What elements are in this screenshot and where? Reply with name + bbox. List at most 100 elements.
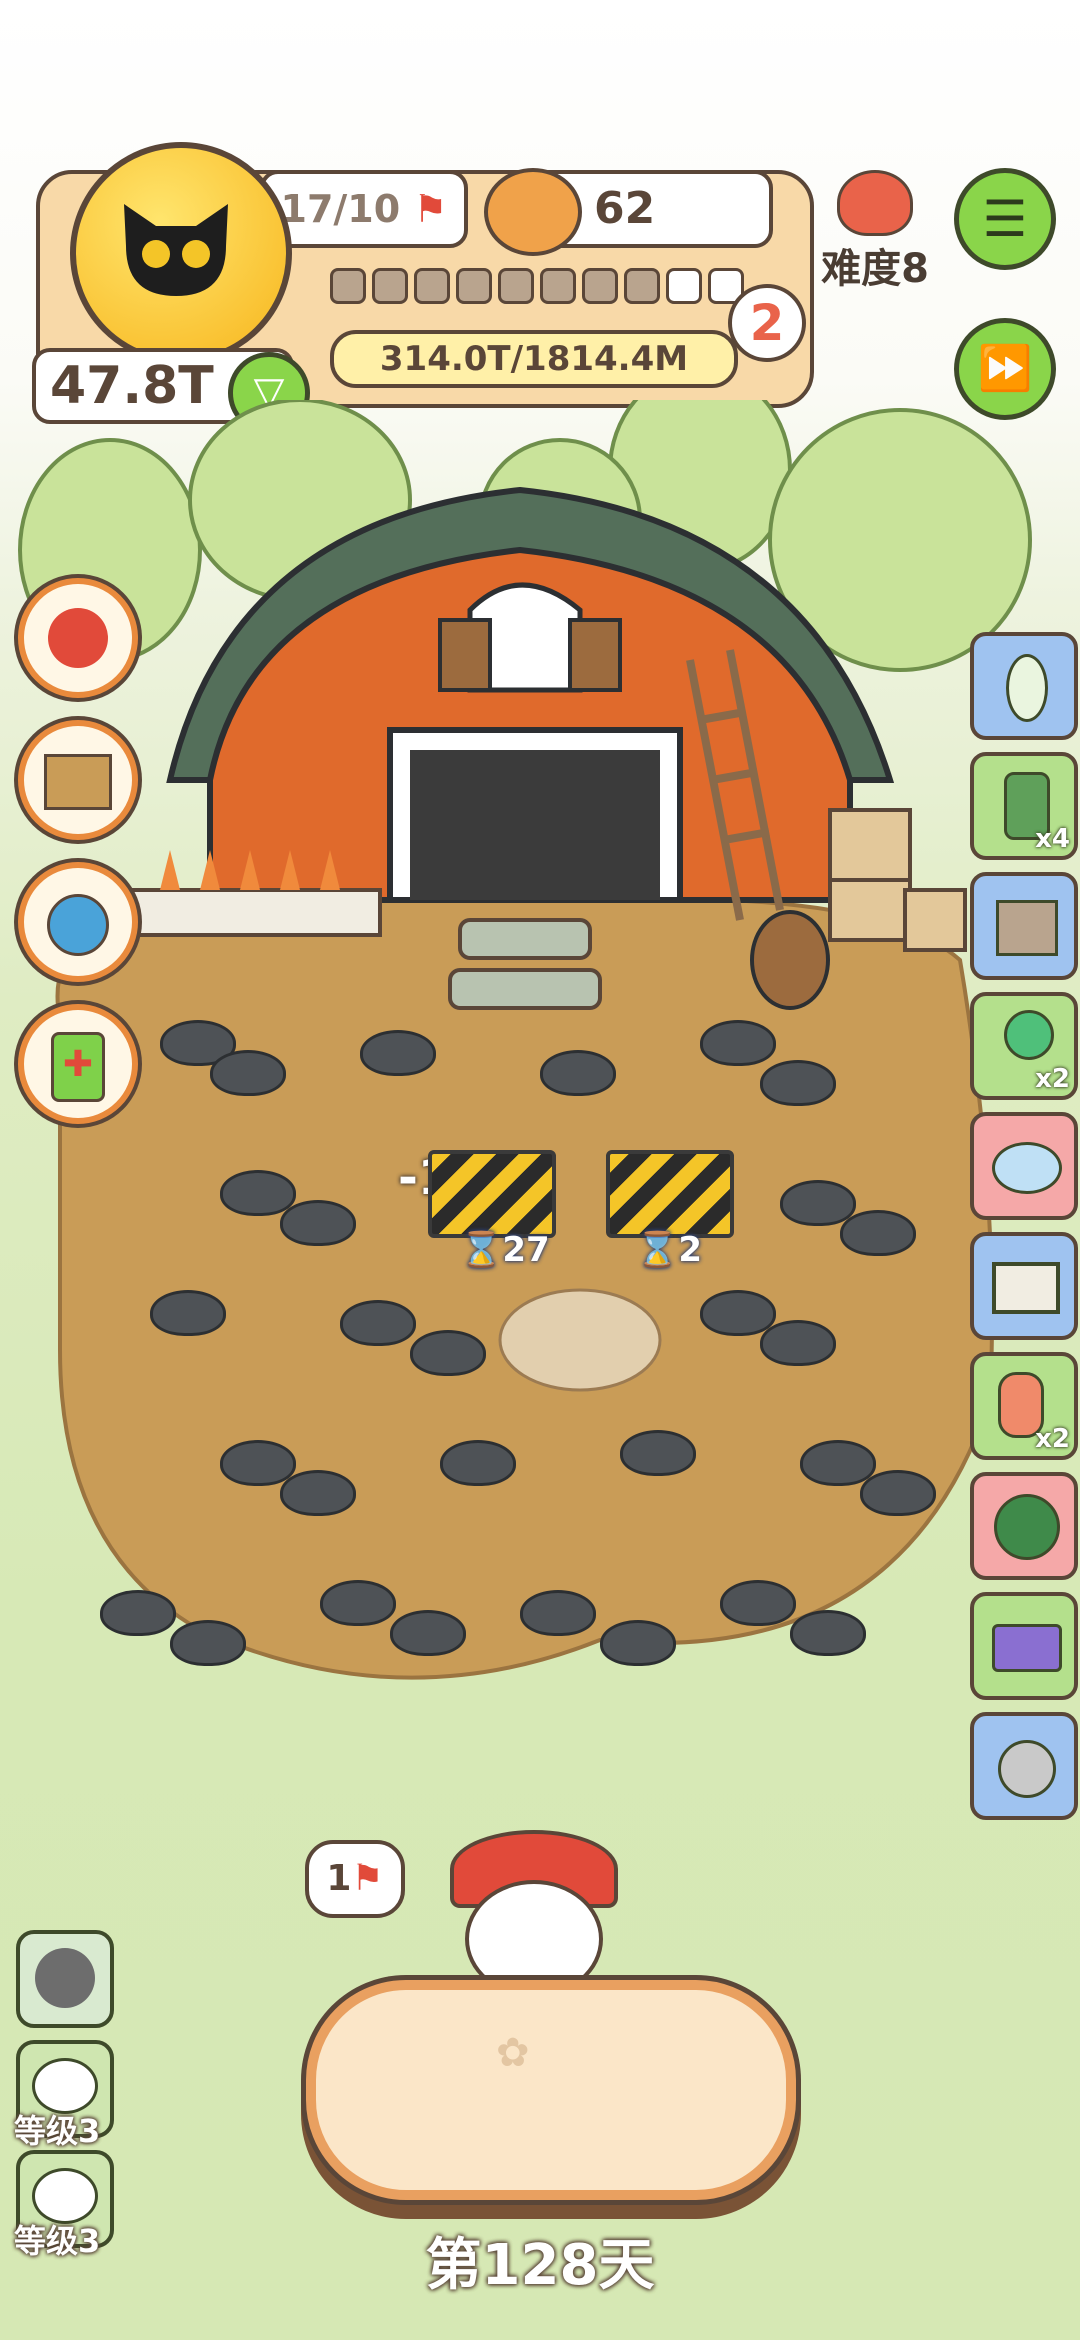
cat-portrait-icon [48,608,108,668]
mole[interactable] [280,1470,356,1516]
mole[interactable] [700,1290,776,1336]
difficulty-label: 难度8 [821,246,929,292]
progress-bar: 314.0T/1814.4M [330,330,738,388]
mole[interactable] [800,1440,876,1486]
mole[interactable] [170,1620,246,1666]
flower-icon [837,170,913,236]
machine-icon [996,900,1058,956]
mole[interactable] [150,1290,226,1336]
mole[interactable] [220,1440,296,1486]
slot-level-label: 等级3 [14,2112,101,2150]
level-badge: 2 [728,284,806,362]
mole[interactable] [360,1030,436,1076]
toy-button[interactable] [18,862,138,982]
box-button[interactable] [18,720,138,840]
player-avatar[interactable] [70,142,292,364]
timer-value: 2 [678,1230,703,1270]
item-slot[interactable] [970,872,1078,980]
timer-value: 27 [502,1230,550,1270]
difficulty-indicator[interactable]: 难度8 [810,170,940,292]
item-slot[interactable] [970,632,1078,740]
medkit-icon: ✚ [51,1032,105,1102]
mole[interactable] [860,1470,936,1516]
menu-list-icon: ☰ [982,190,1028,248]
action-board[interactable]: ✿ [306,1980,796,2200]
mole[interactable] [700,1020,776,1066]
mole[interactable] [620,1430,696,1476]
mole[interactable] [410,1330,486,1376]
hourglass-icon: ⌛ [636,1230,679,1270]
lollipop-icon [1004,1010,1054,1060]
day-label: 第128天 [425,2233,655,2298]
item-slot[interactable]: x2 [970,1352,1078,1460]
segment [372,268,408,304]
flag-count: 17/10 [280,187,401,231]
mole[interactable] [340,1300,416,1346]
flag-icon: ⚑ [413,187,448,231]
leaf-icon [1006,654,1048,722]
character-slot-locked[interactable] [16,1930,114,2028]
bowl-icon [484,168,582,256]
segment [498,268,534,304]
wind-up-mouse-icon [998,1740,1056,1798]
mole[interactable] [320,1580,396,1626]
segment [414,268,450,304]
mole[interactable] [440,1440,516,1486]
item-slot[interactable] [970,1472,1078,1580]
mole[interactable] [520,1590,596,1636]
barrier-timer: ⌛2 [636,1230,702,1270]
item-badge: x2 [1035,1064,1070,1094]
health-button[interactable]: ✚ [18,1004,138,1124]
mole[interactable] [280,1200,356,1246]
bowl-count: 62 [594,183,656,234]
segment [666,268,702,304]
shop-button[interactable] [18,578,138,698]
mole[interactable] [790,1610,866,1656]
spinning-top-icon [47,894,109,956]
frame-icon [992,1262,1060,1314]
item-slot[interactable] [970,1712,1078,1820]
barrel [750,910,830,1010]
mole[interactable] [210,1050,286,1096]
barrier[interactable] [428,1150,556,1238]
mole[interactable] [780,1180,856,1226]
item-slot[interactable] [970,1112,1078,1220]
mole[interactable] [760,1060,836,1106]
segment [624,268,660,304]
mole[interactable] [760,1320,836,1366]
bowl-counter: 62 [484,168,773,256]
silhouette-icon [35,1948,95,2008]
box-icon [44,754,112,810]
segment [582,268,618,304]
barrier-timer: ⌛27 [460,1230,550,1270]
paw-print-icon: ✿ [496,2030,530,2076]
mole[interactable] [720,1580,796,1626]
level-number: 2 [749,294,785,352]
item-slot[interactable] [970,1592,1078,1700]
mole-field [60,1000,960,1700]
item-slot[interactable] [970,1232,1078,1340]
fast-forward-icon: ⏩ [977,343,1033,394]
segment [330,268,366,304]
hourglass-icon: ⌛ [460,1230,503,1270]
green-ball-icon [994,1494,1060,1560]
mole[interactable] [540,1050,616,1096]
mole[interactable] [600,1620,676,1666]
segment [540,268,576,304]
item-badge: x2 [1035,1424,1070,1454]
mole[interactable] [100,1590,176,1636]
mole[interactable] [840,1210,916,1256]
item-badge: x4 [1035,824,1070,854]
segment [456,268,492,304]
item-slot[interactable]: x2 [970,992,1078,1100]
progress-segments [330,268,750,308]
slot-level-label: 等级3 [14,2222,101,2260]
mole[interactable] [390,1610,466,1656]
barrier[interactable] [606,1150,734,1238]
item-slot[interactable]: x4 [970,752,1078,860]
mole[interactable] [220,1170,296,1216]
card-icon [992,1624,1062,1672]
menu-button[interactable]: ☰ [954,168,1056,270]
crates [828,808,967,952]
cloud-creature-icon [992,1142,1062,1194]
